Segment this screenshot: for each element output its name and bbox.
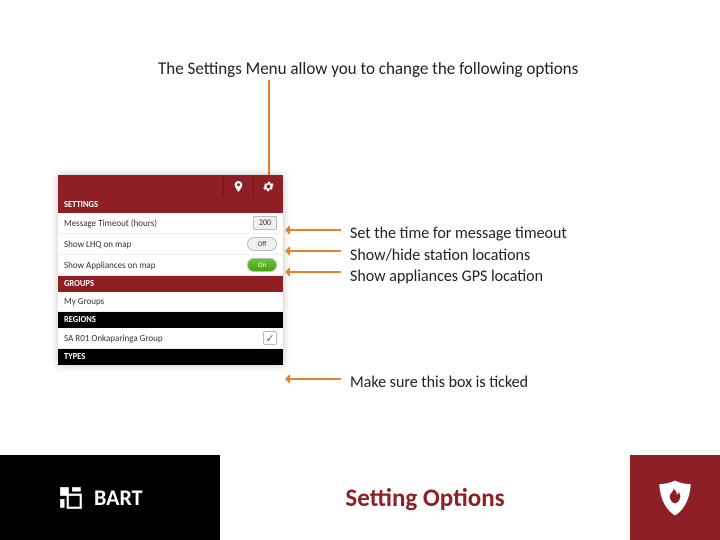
section-groups: GROUPS [58,276,283,292]
arrow-region-check [286,378,341,380]
label-show-appliances: Show Appliances on map [64,260,155,271]
section-regions: REGIONS [58,312,283,328]
label-show-lhq: Show LHQ on map [64,239,131,250]
toggle-show-lhq[interactable]: Off [247,237,277,251]
panel-header [58,175,283,197]
row-my-groups[interactable]: My Groups [58,292,283,312]
label-region: SA R01 Onkaparinga Group [64,333,163,344]
label-my-groups: My Groups [64,296,104,307]
callout-msg-timeout: Set the time for message timeout [350,223,567,245]
footer: BART Setting Options [0,455,720,540]
gear-icon[interactable] [253,175,283,197]
label-message-timeout: Message Timeout (hours) [64,218,157,229]
row-show-appliances: Show Appliances on map On [58,255,283,276]
footer-title-block: Setting Options [220,455,630,540]
section-settings: SETTINGS [58,197,283,213]
row-message-timeout: Message Timeout (hours) 200 [58,213,283,234]
row-show-lhq: Show LHQ on map Off [58,234,283,255]
emblem-icon [654,477,696,519]
brand-name: BART [94,484,143,511]
arrow-show-lhq [286,250,341,252]
intro-text: The Settings Menu allow you to change th… [158,58,578,79]
callouts-block: Set the time for message timeout Show/hi… [350,223,567,288]
footer-emblem-block [630,455,720,540]
callout-show-lhq: Show/hide station locations [350,245,567,267]
message-timeout-input[interactable]: 200 [253,216,277,230]
callout-show-appliances: Show appliances GPS location [350,266,567,288]
brand-logo-icon [58,485,84,511]
toggle-show-appliances[interactable]: On [247,258,277,272]
callout-region-check: Make sure this box is ticked [350,373,528,392]
arrow-intro-to-gear [268,80,270,180]
arrow-msg-timeout [286,229,341,231]
row-region[interactable]: SA R01 Onkaparinga Group ✓ [58,328,283,349]
arrow-show-appliances [286,271,341,273]
slide-title: Setting Options [345,482,504,513]
footer-brand-block: BART [0,455,220,540]
location-icon[interactable] [223,175,253,197]
section-types: TYPES [58,349,283,365]
settings-panel: SETTINGS Message Timeout (hours) 200 Sho… [58,175,283,365]
region-checkbox[interactable]: ✓ [263,331,277,345]
